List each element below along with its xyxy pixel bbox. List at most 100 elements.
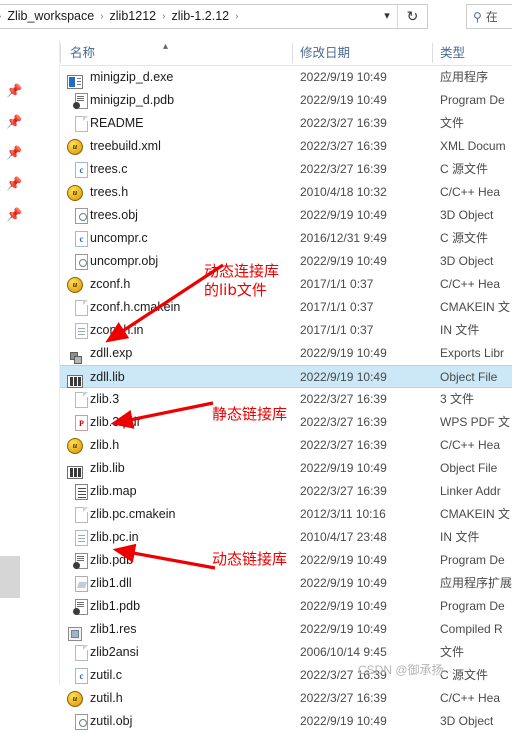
file-name[interactable]: zdll.lib	[90, 366, 125, 389]
file-name[interactable]: uncompr.obj	[90, 250, 158, 273]
breadcrumb-item-2[interactable]: zlib-1.2.12	[168, 5, 232, 28]
file-date-modified: 2022/9/19 10:49	[300, 553, 387, 567]
file-row[interactable]: zlib1.pdb 2022/9/19 10:49 Program De	[60, 595, 512, 618]
file-name[interactable]: zconf.h	[90, 273, 130, 296]
file-row[interactable]: zconf.h.cmakein 2017/1/1 0:37 CMAKEIN 文	[60, 296, 512, 319]
file-name[interactable]: zlib.3.pdf	[90, 411, 140, 434]
chevron-up-icon: ▴	[163, 41, 169, 52]
file-row[interactable]: trees.obj 2022/9/19 10:49 3D Object	[60, 204, 512, 227]
pin-icon[interactable]: 📌	[6, 146, 22, 160]
column-divider-date[interactable]	[292, 43, 293, 63]
pin-icon[interactable]: 📌	[6, 208, 22, 222]
file-row[interactable]: u treebuild.xml 2022/3/27 16:39 XML Docum	[60, 135, 512, 158]
file-name[interactable]: zlib.h	[90, 434, 119, 457]
file-name[interactable]: zlib.lib	[90, 457, 125, 480]
file-row[interactable]: c trees.c 2022/3/27 16:39 C 源文件	[60, 158, 512, 181]
column-divider-type[interactable]	[432, 43, 433, 63]
file-row[interactable]: c zutil.c 2022/3/27 16:39 C 源文件	[60, 664, 512, 687]
file-row[interactable]: zutil.obj 2022/9/19 10:49 3D Object	[60, 710, 512, 733]
program-database-icon	[67, 553, 88, 569]
pin-icon[interactable]: 📌	[6, 177, 22, 191]
file-type: Program De	[440, 93, 505, 107]
file-date-modified: 2016/12/31 9:49	[300, 231, 387, 245]
file-name[interactable]: treebuild.xml	[90, 135, 161, 158]
annotation-label-zlib1-dll: 动态链接库	[212, 550, 288, 568]
file-name[interactable]: trees.obj	[90, 204, 138, 227]
breadcrumb-separator-1[interactable]: ›	[159, 5, 168, 28]
file-name[interactable]: uncompr.c	[90, 227, 148, 250]
file-row[interactable]: c uncompr.c 2016/12/31 9:49 C 源文件	[60, 227, 512, 250]
address-bar: › Zlib_workspace › zlib1212 › zlib-1.2.1…	[0, 0, 512, 34]
chevron-down-icon[interactable]: ▾	[377, 5, 397, 28]
file-type: 应用程序扩展	[440, 576, 512, 590]
file-name[interactable]: zlib.3	[90, 388, 119, 411]
file-name[interactable]: zdll.exp	[90, 342, 132, 365]
file-name[interactable]: zconf.h.in	[90, 319, 144, 342]
file-name[interactable]: zutil.obj	[90, 710, 132, 733]
file-row[interactable]: u zlib.h 2022/3/27 16:39 C/C++ Hea	[60, 434, 512, 457]
object-file-icon	[67, 254, 88, 270]
search-input[interactable]: ⚲ 在	[466, 4, 512, 29]
file-row[interactable]: zlib1.res 2022/9/19 10:49 Compiled R	[60, 618, 512, 641]
file-row[interactable]: zconf.h.in 2017/1/1 0:37 IN 文件	[60, 319, 512, 342]
file-date-modified: 2022/3/27 16:39	[300, 139, 387, 153]
file-row[interactable]: zdll.exp 2022/9/19 10:49 Exports Libr	[60, 342, 512, 365]
file-row[interactable]: README 2022/3/27 16:39 文件	[60, 112, 512, 135]
file-date-modified: 2022/9/19 10:49	[300, 70, 387, 84]
program-database-icon	[67, 93, 88, 109]
file-date-modified: 2022/9/19 10:49	[300, 576, 387, 590]
file-name[interactable]: README	[90, 112, 143, 135]
file-name[interactable]: trees.c	[90, 158, 128, 181]
file-date-modified: 2022/3/27 16:39	[300, 691, 387, 705]
file-name[interactable]: zutil.c	[90, 664, 122, 687]
file-name[interactable]: zlib2ansi	[90, 641, 139, 664]
breadcrumb-separator-0[interactable]: ›	[97, 5, 106, 28]
file-name[interactable]: minigzip_d.pdb	[90, 89, 174, 112]
file-row[interactable]: zlib1.dll 2022/9/19 10:49 应用程序扩展	[60, 572, 512, 595]
column-header-type[interactable]: 类型	[440, 40, 465, 66]
file-name[interactable]: zlib1.res	[90, 618, 137, 641]
column-header-name[interactable]: 名称	[70, 40, 95, 66]
file-type: CMAKEIN 文	[440, 300, 511, 314]
file-row[interactable]: zlib.lib 2022/9/19 10:49 Object File	[60, 457, 512, 480]
file-name[interactable]: zlib1.dll	[90, 572, 132, 595]
pin-icon[interactable]: 📌	[6, 115, 22, 129]
scrollbar-thumb[interactable]	[0, 556, 20, 598]
file-name[interactable]: zlib.pc.in	[90, 526, 139, 549]
file-row[interactable]: u zutil.h 2022/3/27 16:39 C/C++ Hea	[60, 687, 512, 710]
pin-icon[interactable]: 📌	[6, 84, 22, 98]
program-database-icon	[67, 599, 88, 615]
file-icon	[67, 507, 88, 523]
file-type: 3D Object	[440, 714, 494, 728]
file-name[interactable]: trees.h	[90, 181, 128, 204]
file-name[interactable]: zlib.pc.cmakein	[90, 503, 175, 526]
file-type: 3 文件	[440, 392, 475, 406]
file-name[interactable]: zconf.h.cmakein	[90, 296, 180, 319]
c-source-icon: c	[67, 231, 88, 247]
file-row[interactable]: u zconf.h 2017/1/1 0:37 C/C++ Hea	[60, 273, 512, 296]
file-row[interactable]: zdll.lib 2022/9/19 10:49 Object File	[60, 365, 512, 388]
breadcrumb-separator-2[interactable]: ›	[232, 5, 241, 28]
breadcrumb-item-1[interactable]: zlib1212	[107, 5, 160, 28]
file-name[interactable]: minigzip_d.exe	[90, 66, 173, 89]
breadcrumb[interactable]: › Zlib_workspace › zlib1212 › zlib-1.2.1…	[0, 4, 428, 29]
file-type: XML Docum	[440, 139, 506, 153]
file-row[interactable]: zlib2ansi 2006/10/14 9:45 文件	[60, 641, 512, 664]
file-row[interactable]: uncompr.obj 2022/9/19 10:49 3D Object	[60, 250, 512, 273]
file-row[interactable]: zlib.pc.in 2010/4/17 23:48 IN 文件	[60, 526, 512, 549]
file-name[interactable]: zlib.map	[90, 480, 137, 503]
file-row[interactable]: minigzip_d.pdb 2022/9/19 10:49 Program De	[60, 89, 512, 112]
refresh-icon[interactable]: ↻	[398, 5, 427, 28]
file-row[interactable]: zlib.map 2022/3/27 16:39 Linker Addr	[60, 480, 512, 503]
file-name[interactable]: zlib.pdb	[90, 549, 133, 572]
file-row[interactable]: u trees.h 2010/4/18 10:32 C/C++ Hea	[60, 181, 512, 204]
c-source-icon: c	[67, 162, 88, 178]
file-date-modified: 2022/3/27 16:39	[300, 392, 387, 406]
object-file-icon	[67, 208, 88, 224]
file-name[interactable]: zutil.h	[90, 687, 123, 710]
column-header-date-modified[interactable]: 修改日期	[300, 40, 350, 66]
file-row[interactable]: minigzip_d.exe 2022/9/19 10:49 应用程序	[60, 66, 512, 89]
breadcrumb-item-0[interactable]: Zlib_workspace	[4, 5, 97, 28]
file-name[interactable]: zlib1.pdb	[90, 595, 140, 618]
file-row[interactable]: zlib.pc.cmakein 2012/3/11 10:16 CMAKEIN 文	[60, 503, 512, 526]
